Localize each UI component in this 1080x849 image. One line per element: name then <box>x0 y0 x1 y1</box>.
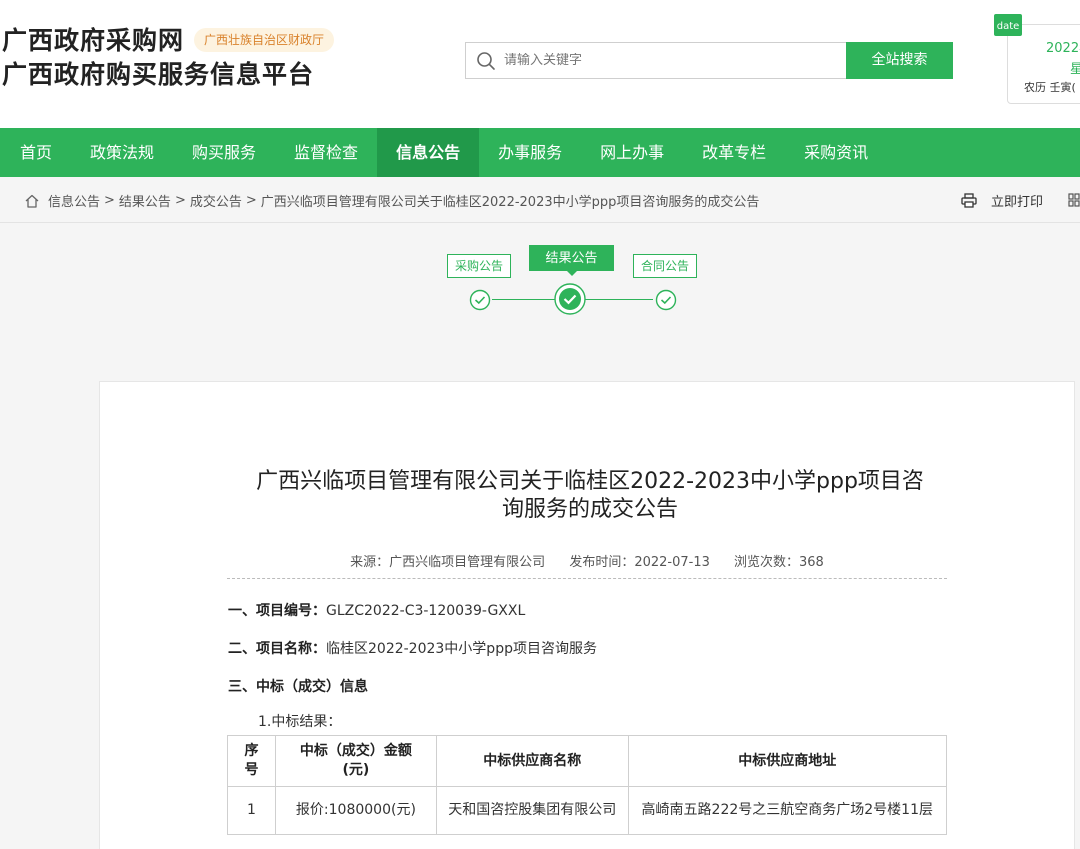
step-check-active-icon <box>554 283 586 315</box>
nav-item-purchase-service[interactable]: 购买服务 <box>173 128 275 177</box>
nav-item-policy[interactable]: 政策法规 <box>71 128 173 177</box>
nav-item-announcements[interactable]: 信息公告 <box>377 128 480 177</box>
cell-amount: 报价:1080000(元) <box>274 786 437 835</box>
step-check-icon <box>469 289 491 311</box>
department-badge: 广西壮族自治区财政厅 <box>194 28 335 52</box>
winning-info-heading: 三、中标（成交）信息 <box>228 676 368 696</box>
search-input[interactable] <box>504 53 824 68</box>
project-name: 二、项目名称：临桂区2022-2023中小学ppp项目咨询服务 <box>228 638 597 658</box>
column-header-supplier-address: 中标供应商地址 <box>627 735 948 787</box>
breadcrumb-item-results[interactable]: 结果公告 <box>119 191 171 210</box>
site-title-line1: 广西政府采购网 <box>2 26 185 55</box>
step-result-announcement[interactable]: 结果公告 <box>529 245 614 276</box>
breadcrumb-item-current: 广西兴临项目管理有限公司关于临桂区2022-2023中小学ppp项目咨询服务的成… <box>260 195 760 210</box>
printer-icon <box>961 193 977 208</box>
winning-result-label: 1.中标结果： <box>258 714 342 730</box>
home-icon[interactable] <box>24 193 40 209</box>
article-publish-time: 发布时间：2022-07-13 <box>569 555 710 570</box>
breadcrumb-separator: > <box>104 193 115 208</box>
print-label: 立即打印 <box>991 195 1044 210</box>
project-name-label: 二、项目名称： <box>228 641 326 657</box>
nav-item-reform[interactable]: 改革专栏 <box>683 128 785 177</box>
step-connector <box>585 299 653 300</box>
grid-icon[interactable] <box>1068 193 1080 207</box>
breadcrumb: 信息公告 > 结果公告 > 成交公告 > 广西兴临项目管理有限公司关于临桂区20… <box>24 191 759 210</box>
cell-index: 1 <box>227 786 276 835</box>
nav-item-services[interactable]: 办事服务 <box>479 128 581 177</box>
search-box <box>465 42 847 79</box>
step-purchase-announcement[interactable]: 采购公告 <box>447 254 511 278</box>
date-tag-label: date <box>996 21 1020 32</box>
meta-divider <box>227 578 947 579</box>
article-source: 来源：广西兴临项目管理有限公司 <box>350 555 546 570</box>
column-header-supplier-name: 中标供应商名称 <box>435 735 629 787</box>
column-header-index: 序号 <box>227 735 276 787</box>
search-icon <box>477 51 495 70</box>
cell-supplier-address: 高崎南五路222号之三航空商务广场2号楼11层 <box>627 786 948 835</box>
project-number-label: 一、项目编号： <box>228 603 326 619</box>
nav-item-news[interactable]: 采购资讯 <box>785 128 887 177</box>
article-views: 浏览次数：368 <box>734 555 824 570</box>
date-year: 2022年 <box>1046 41 1080 56</box>
step-connector <box>492 299 556 300</box>
date-weekday: 星 <box>1070 58 1080 77</box>
step-check-icon <box>655 289 677 311</box>
breadcrumb-separator: > <box>174 193 186 208</box>
project-number-value: GLZC2022-C3-120039-GXXL <box>326 603 526 619</box>
winning-info-label: 三、中标（成交）信息 <box>228 679 368 695</box>
site-title-line2: 广西政府购买服务信息平台 <box>2 60 315 89</box>
project-name-value: 临桂区2022-2023中小学ppp项目咨询服务 <box>326 641 597 657</box>
article-title-line1: 广西兴临项目管理有限公司关于临桂区2022-2023中小学ppp项目咨 <box>256 469 924 494</box>
site-search-button[interactable]: 全站搜索 <box>846 42 953 79</box>
breadcrumb-separator: > <box>245 193 257 208</box>
cell-supplier-name: 天和国咨控股集团有限公司 <box>435 786 629 835</box>
breadcrumb-item-deal[interactable]: 成交公告 <box>190 191 242 210</box>
date-lunar: 农历 壬寅( <box>1024 81 1076 94</box>
nav-item-supervision[interactable]: 监督检查 <box>275 128 377 177</box>
article-meta: 来源：广西兴临项目管理有限公司 发布时间：2022-07-13 浏览次数：368 <box>227 551 947 570</box>
table-header-row: 序号 中标（成交）金额(元) 中标供应商名称 中标供应商地址 <box>227 735 948 787</box>
nav-item-online-services[interactable]: 网上办事 <box>581 128 683 177</box>
winning-result-table: 序号 中标（成交）金额(元) 中标供应商名称 中标供应商地址 1 报价:1080… <box>227 735 948 835</box>
calendar-icon: date <box>994 14 1022 36</box>
step-contract-announcement[interactable]: 合同公告 <box>633 254 697 278</box>
main-nav: 首页 政策法规 购买服务 监督检查 信息公告 办事服务 网上办事 改革专栏 采购… <box>0 128 1080 177</box>
nav-item-home[interactable]: 首页 <box>0 128 71 177</box>
site-header: 广西政府采购网 广西政府购买服务信息平台 广西壮族自治区财政厅 全站搜索 202… <box>0 0 1080 128</box>
project-number: 一、项目编号：GLZC2022-C3-120039-GXXL <box>228 600 525 620</box>
breadcrumb-bar: 信息公告 > 结果公告 > 成交公告 > 广西兴临项目管理有限公司关于临桂区20… <box>0 177 1080 223</box>
table-row: 1 报价:1080000(元) 天和国咨控股集团有限公司 高崎南五路222号之三… <box>227 786 948 835</box>
print-button[interactable]: 立即打印 <box>961 191 1043 210</box>
article-title-line2: 询服务的成交公告 <box>501 497 678 522</box>
column-header-amount: 中标（成交）金额(元) <box>274 735 437 787</box>
breadcrumb-item-announcements[interactable]: 信息公告 <box>48 191 100 210</box>
article-title: 广西兴临项目管理有限公司关于临桂区2022-2023中小学ppp项目咨 询服务的… <box>225 468 955 524</box>
